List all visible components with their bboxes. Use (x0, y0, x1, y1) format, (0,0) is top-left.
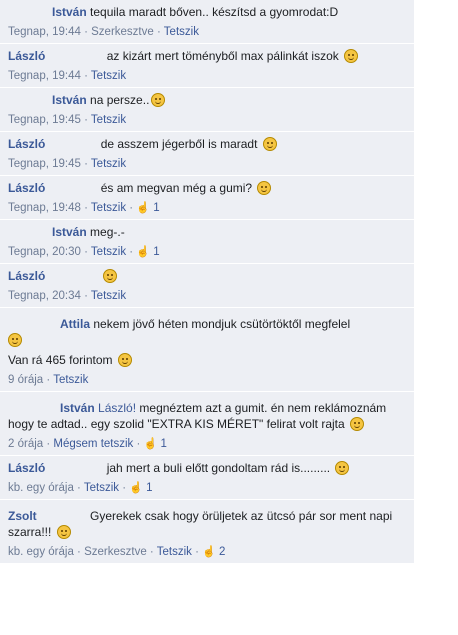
comment: László az kizárt mert töményből max páli… (0, 44, 414, 88)
like-link[interactable]: Tetszik (91, 114, 126, 126)
like-count[interactable]: 1 (153, 202, 159, 214)
comment-time[interactable]: Tegnap, 19:45 (8, 158, 81, 170)
edited-label[interactable]: Szerkesztve (91, 26, 154, 38)
unlike-link[interactable]: Mégsem tetszik (53, 438, 133, 450)
comment-author[interactable]: István (52, 225, 87, 239)
comment: Attila nekem jövő héten mondjuk csütörtö… (0, 308, 414, 392)
comment: László de asszem jégerből is maradt Tegn… (0, 132, 414, 176)
comment: László jah mert a buli előtt gondoltam r… (0, 456, 414, 500)
comment-author[interactable]: István (52, 5, 87, 19)
comment-author[interactable]: László (8, 137, 45, 151)
thumbs-up-icon[interactable]: ☝ (202, 546, 216, 558)
like-link[interactable]: Tetszik (91, 70, 126, 82)
comment-feed: István tequila maradt bőven.. készítsd a… (0, 0, 414, 564)
comment-meta: 9 órája · Tetszik (8, 374, 89, 386)
smiley-icon (335, 461, 350, 475)
comment-mention[interactable]: László! (98, 401, 136, 415)
thumbs-up-icon[interactable]: ☝ (136, 202, 150, 214)
comment-author[interactable]: László (8, 269, 45, 283)
smiley-icon (56, 525, 71, 539)
comment-time[interactable]: Tegnap, 19:44 (8, 70, 81, 82)
like-count[interactable]: 1 (153, 246, 159, 258)
comment-time[interactable]: 2 órája (8, 438, 43, 450)
comment-text: na persze.. (90, 93, 150, 107)
comment: István tequila maradt bőven.. készítsd a… (0, 0, 414, 44)
comment-author[interactable]: Attila (60, 317, 90, 331)
like-count[interactable]: 2 (219, 546, 225, 558)
comment-meta: Tegnap, 19:44 · Szerkesztve · Tetszik (8, 26, 199, 38)
comment-author[interactable]: István (60, 401, 95, 415)
comment-text-2: Van rá 465 forintom (8, 353, 113, 367)
comment-time[interactable]: Tegnap, 20:34 (8, 290, 81, 302)
like-link[interactable]: Tetszik (91, 202, 126, 214)
comment-author[interactable]: László (8, 49, 45, 63)
comment-meta: kb. egy órája · Szerkesztve · Tetszik · … (8, 546, 226, 558)
comment-meta: Tegnap, 20:34 · Tetszik (8, 290, 127, 302)
comment: László Tegnap, 20:34 · Tetszik (0, 264, 414, 308)
like-link[interactable]: Tetszik (84, 482, 119, 494)
smiley-icon (257, 181, 272, 195)
edited-label[interactable]: Szerkesztve (84, 546, 147, 558)
smiley-icon (8, 333, 22, 347)
comment-meta: Tegnap, 19:45 · Tetszik (8, 114, 127, 126)
like-link[interactable]: Tetszik (91, 246, 126, 258)
like-count[interactable]: 1 (160, 438, 166, 450)
comment-text: és am megvan még a gumi? (100, 181, 253, 195)
comment-meta: Tegnap, 19:45 · Tetszik (8, 158, 127, 170)
comment-time[interactable]: kb. egy órája (8, 546, 74, 558)
comment-time[interactable]: 9 órája (8, 374, 43, 386)
like-count[interactable]: 1 (146, 482, 152, 494)
comment-text: az kizárt mert töményből max pálinkát is… (106, 49, 339, 63)
comment-text: meg-.- (90, 225, 125, 239)
comment-text: jah mert a buli előtt gondoltam rád is..… (106, 461, 331, 475)
comment: István meg-.- Tegnap, 20:30 · Tetszik · … (0, 220, 414, 264)
comment: István László! megnéztem azt a gumit. én… (0, 392, 414, 456)
like-link[interactable]: Tetszik (91, 290, 126, 302)
comment-time[interactable]: Tegnap, 19:48 (8, 202, 81, 214)
smiley-icon (344, 49, 359, 63)
comment-meta: Tegnap, 19:48 · Tetszik · ☝ 1 (8, 202, 160, 214)
like-link[interactable]: Tetszik (164, 26, 199, 38)
comment-time[interactable]: kb. egy órája (8, 482, 74, 494)
comment-meta: 2 órája · Mégsem tetszik · ☝ 1 (8, 438, 167, 450)
comment: István na persze.. Tegnap, 19:45 · Tetsz… (0, 88, 414, 132)
thumbs-up-icon[interactable]: ☝ (136, 246, 150, 258)
comment-text: de asszem jégerből is maradt (100, 137, 258, 151)
comment-text: nekem jövő héten mondjuk csütörtöktől me… (93, 317, 351, 331)
comment-meta: Tegnap, 20:30 · Tetszik · ☝ 1 (8, 246, 160, 258)
comment-author[interactable]: László (8, 461, 45, 475)
comment-time[interactable]: Tegnap, 20:30 (8, 246, 81, 258)
thumbs-up-icon[interactable]: ☝ (144, 438, 158, 450)
like-link[interactable]: Tetszik (53, 374, 88, 386)
comment-author[interactable]: Zsolt (8, 509, 37, 523)
comment-time[interactable]: Tegnap, 19:45 (8, 114, 81, 126)
comment-text: tequila maradt bőven.. készítsd a gyomro… (90, 5, 339, 19)
smiley-icon (350, 417, 365, 431)
comment-meta: kb. egy órája · Tetszik · ☝ 1 (8, 482, 153, 494)
smiley-icon (262, 137, 277, 151)
like-link[interactable]: Tetszik (91, 158, 126, 170)
comment-author[interactable]: László (8, 181, 45, 195)
comment-time[interactable]: Tegnap, 19:44 (8, 26, 81, 38)
like-link[interactable]: Tetszik (157, 546, 192, 558)
comment: Zsolt Gyerekek csak hogy örüljetek az üt… (0, 500, 414, 564)
comment-meta: Tegnap, 19:44 · Tetszik (8, 70, 127, 82)
thumbs-up-icon[interactable]: ☝ (129, 482, 143, 494)
smiley-icon (117, 353, 132, 367)
smiley-icon (102, 269, 117, 283)
smiley-icon (151, 93, 166, 107)
comment: László és am megvan még a gumi? Tegnap, … (0, 176, 414, 220)
comment-author[interactable]: István (52, 93, 87, 107)
